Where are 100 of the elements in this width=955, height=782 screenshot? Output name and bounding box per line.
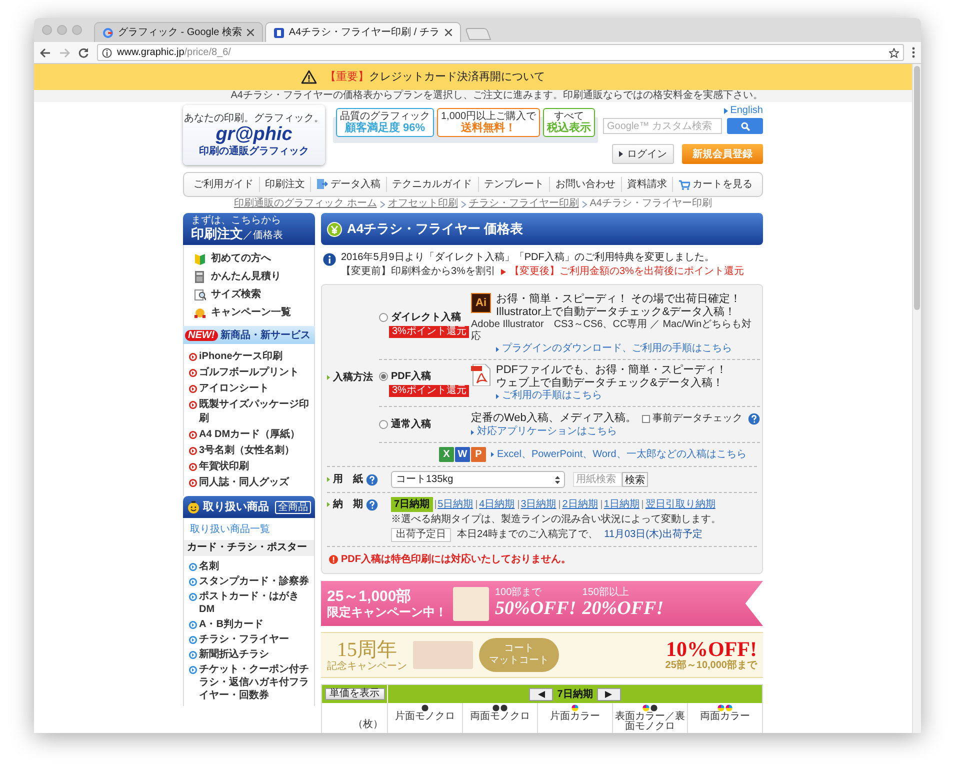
circle-arrow-icon — [189, 401, 197, 409]
all-products-button[interactable]: 全商品 — [275, 500, 311, 514]
delivery-option[interactable]: 7日納期 — [391, 497, 433, 512]
address-field[interactable]: www.graphic.jp/price/8_6/ — [97, 44, 904, 61]
method-headline: ウェブ上で自動データチェック&データ入稿！ — [496, 377, 724, 390]
sidebar-link[interactable]: A・B判カード — [189, 618, 309, 631]
search-icon — [740, 122, 750, 130]
price-list-label: ／価格表 — [243, 228, 283, 243]
site-icon — [274, 28, 284, 38]
nav-link[interactable]: 資料請求 — [620, 177, 672, 192]
sidebar-link[interactable]: スタンプカード・診察券 — [189, 575, 309, 588]
delivery-note: ※選べる納期タイプは、製造ラインの混み合い状況によって変動します。 — [391, 514, 721, 526]
illustrator-icon: Ai — [471, 293, 491, 313]
browser-tab[interactable]: A4チラシ・フライヤー印刷 / チラ — [264, 22, 460, 42]
logo[interactable]: あなたの印刷。グラフィック。 gr@phic 印刷の通販グラフィック — [183, 105, 325, 165]
sidebar-link[interactable]: 名刺 — [189, 560, 309, 573]
paper-select[interactable]: コート135kg — [391, 471, 565, 488]
ship-date: 11月03日(木)出荷予定 — [604, 528, 702, 542]
breadcrumb-link[interactable]: オフセット印刷 — [388, 198, 458, 210]
alert-icon — [329, 555, 338, 564]
sidebar-link[interactable]: 3号名刺（女性名刺） — [189, 444, 309, 458]
close-icon — [246, 29, 254, 36]
sidebar-link[interactable]: ポストカード・はがきDM — [189, 590, 309, 616]
table-header: 両面モノクロ — [470, 712, 530, 722]
scrollbar-thumb[interactable] — [914, 66, 920, 310]
delivery-option[interactable]: 1日納期 — [602, 498, 640, 511]
banner-text: 25～1,000部 — [327, 588, 412, 605]
breadcrumb-link[interactable]: チラシ・フライヤー印刷 — [468, 198, 579, 210]
notice-text[interactable]: 【重要】クレジットカード決済再開について — [325, 68, 545, 86]
radio-option[interactable]: 通常入稿 — [379, 417, 431, 432]
delivery-option[interactable]: 翌日引取り納期 — [644, 498, 716, 511]
unit-price-button[interactable]: 単価を表示 — [324, 688, 384, 700]
delivery-option[interactable]: 3日納期 — [520, 498, 558, 511]
search-field[interactable]: Google™ カスタム検索 — [603, 118, 722, 134]
ship-text: 本日24時までのご入稿完了で、 — [457, 528, 598, 542]
sidebar-link[interactable]: 既製サイズパッケージ印刷 — [189, 398, 309, 426]
english-link[interactable]: English — [724, 105, 763, 116]
section-title: 新商品・新サービス — [220, 328, 311, 342]
page-title: A4チラシ・フライヤー 価格表 — [347, 220, 524, 238]
product-list-link[interactable]: 取り扱い商品一覧 — [184, 518, 314, 540]
radio-option[interactable]: ダイレクト入稿 — [379, 310, 461, 325]
delivery-option[interactable]: 5日納期 — [436, 498, 474, 511]
help-link[interactable]: プラグインのダウンロード、ご利用の手順はこちら — [496, 343, 760, 355]
previous-button[interactable] — [529, 688, 554, 700]
sidebar-link[interactable]: 初めての方へ — [194, 251, 304, 266]
anniversary-banner[interactable]: 15周年 記念キャンペーン コート マットコート 10%OFF! 25部～10,000部まで — [321, 632, 763, 678]
help-link[interactable]: 対応アプリケーションはこちら — [471, 426, 760, 438]
promo-badge: 品質のグラフィック 顧客満足度 96% — [336, 108, 434, 137]
logo-subtitle: 印刷の通販グラフィック — [199, 146, 309, 157]
banner-text: 10%OFF! — [666, 638, 757, 660]
checkbox[interactable]: 事前データチェック — [642, 411, 742, 426]
nav-link[interactable]: カートを見る — [672, 177, 758, 192]
sidebar-link[interactable]: ゴルフボールプリント — [189, 366, 309, 380]
search-button[interactable]: 検索 — [622, 472, 648, 487]
browser-tab[interactable]: グラフィック - Google 検索 — [94, 22, 263, 42]
info-text: 2016年5月9日より「ダイレクト入稿」「PDF入稿」のご利用特典を変更しました。 — [341, 251, 716, 264]
forward-icon — [59, 48, 70, 58]
banner-text: 150部以上 — [582, 588, 630, 598]
order-title: 印刷注文 — [191, 226, 243, 242]
sidebar-link[interactable]: サイズ検索 — [194, 287, 304, 302]
banner-text: 15周年 — [337, 638, 397, 660]
nav-link[interactable]: お問い合わせ — [549, 177, 621, 192]
nav-link[interactable]: 印刷注文 — [258, 177, 310, 192]
sidebar-link[interactable]: 新聞折込チラシ — [189, 648, 309, 661]
circle-arrow-icon — [189, 636, 197, 644]
circle-arrow-icon — [189, 621, 197, 629]
radio-option[interactable]: PDF入稿 — [379, 369, 431, 384]
sidebar-link[interactable]: A4 DMカード（厚紙） — [189, 428, 309, 442]
tab-title: A4チラシ・フライヤー印刷 / チラ — [288, 26, 440, 40]
sidebar-link[interactable]: 同人誌・同人グッズ — [189, 476, 309, 490]
paper-search-field[interactable]: 用紙検索 — [573, 472, 622, 487]
delivery-option[interactable]: 4日納期 — [478, 498, 516, 511]
nav-link[interactable]: ご利用ガイド — [188, 177, 259, 192]
new-tab-button[interactable] — [464, 28, 491, 40]
sidebar-link[interactable]: 年賀状印刷 — [189, 460, 309, 474]
sidebar-link[interactable]: チラシ・フライヤー — [189, 633, 309, 646]
sidebar-link[interactable]: iPhoneケース印刷 — [189, 350, 309, 364]
next-button[interactable] — [596, 688, 621, 700]
smiley-icon — [187, 500, 200, 514]
circle-arrow-icon — [189, 563, 197, 571]
login-button[interactable]: ログイン — [612, 144, 674, 164]
help-link[interactable]: Excel、PowerPoint、Word、一太郎などの入稿はこちら — [491, 447, 746, 462]
search-button[interactable] — [727, 118, 763, 134]
nav-link[interactable]: テンプレート — [478, 177, 550, 192]
help-link[interactable]: ご利用の手順はこちら — [496, 390, 760, 402]
sidebar-link[interactable]: アイロンシート — [189, 382, 309, 396]
nav-link[interactable]: データ入稿 — [310, 177, 386, 192]
sidebar-link[interactable]: チケット・クーポン付チラシ・返信ハガキ付フライヤー・回数券 — [189, 663, 309, 702]
table-header: 両面カラー — [700, 712, 750, 722]
breadcrumb-current: A4チラシ・フライヤー印刷 — [590, 198, 712, 210]
delivery-option[interactable]: 2日納期 — [561, 498, 599, 511]
triangle-icon — [501, 268, 506, 274]
nav-link[interactable]: テクニカルガイド — [386, 177, 478, 192]
breadcrumb-link[interactable]: 印刷通販のグラフィック ホーム — [234, 198, 377, 210]
sidebar-link[interactable]: キャンペーン一覧 — [194, 305, 304, 320]
sidebar-link[interactable]: かんたん見積り — [194, 269, 304, 284]
scrollbar[interactable] — [912, 64, 921, 733]
chevron-right-icon — [582, 200, 587, 208]
pdf-file-icon — [471, 364, 491, 386]
banner-text: 20%OFF! — [582, 598, 664, 620]
